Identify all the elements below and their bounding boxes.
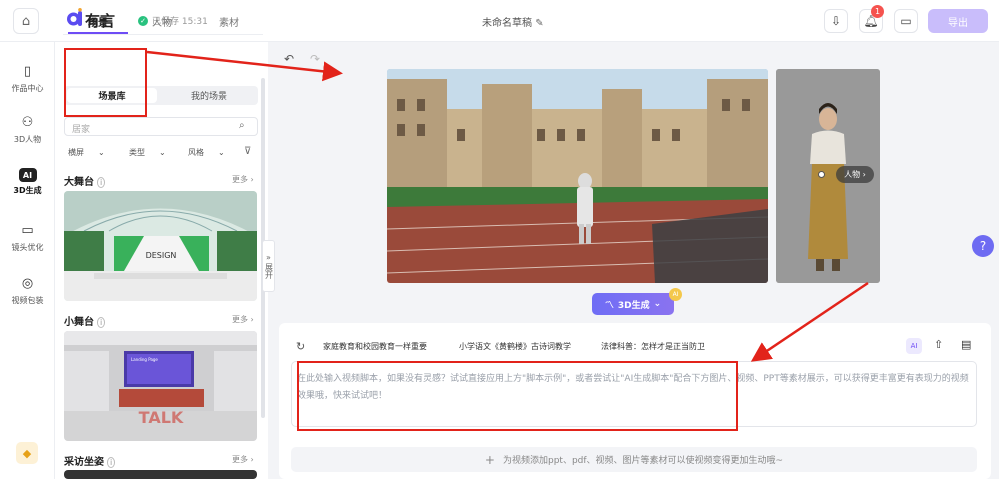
expand-panel-button[interactable]: » 展开 bbox=[262, 240, 275, 292]
nav-item-label: 3D人物 bbox=[13, 135, 42, 144]
ai-icon: AI bbox=[18, 168, 37, 182]
chevron-down-icon: ⌄ bbox=[98, 148, 105, 157]
more-link-text: 更多 bbox=[232, 315, 248, 324]
tab-divider bbox=[63, 34, 263, 35]
search-icon[interactable]: ⌕ bbox=[239, 120, 245, 131]
chart-trend-icon: 〽 bbox=[604, 300, 614, 311]
nav-item-3d-person[interactable]: ⚇ 3D人物 bbox=[0, 113, 55, 145]
import-icon[interactable]: ▤ bbox=[961, 338, 971, 351]
upload-icon[interactable]: ⇧ bbox=[934, 338, 943, 351]
nav-item-label: 作品中心 bbox=[11, 84, 44, 93]
3d-generate-button[interactable]: 〽 3D生成 ⌄ bbox=[592, 293, 674, 315]
section-title-text: 采访坐姿 bbox=[64, 457, 104, 468]
top-bar: ⌂ 有言 ✓ 已保存 15:31 未命名草稿 ✎ ⇩ 🔔︎ 1 ▭ 导出 bbox=[0, 0, 999, 42]
big-stage-image: DESIGN bbox=[64, 191, 257, 301]
plus-icon: + bbox=[484, 452, 495, 467]
filter-icon[interactable]: ⊽ bbox=[244, 146, 251, 157]
annotation-box-scene-tab bbox=[64, 48, 147, 117]
nav-item-works[interactable]: ▯ 作品中心 bbox=[0, 62, 55, 94]
search-placeholder: 居家 bbox=[72, 125, 91, 135]
package-icon: ◎ bbox=[21, 275, 34, 291]
add-material-button[interactable]: + 为视频添加ppt、pdf、视频、图片等素材可以使视频变得更加生动哦~ bbox=[291, 447, 977, 472]
notification-badge: 1 bbox=[871, 5, 884, 18]
check-icon: ✓ bbox=[138, 15, 148, 26]
folder-icon[interactable]: ▭ bbox=[894, 9, 918, 33]
script-example-chip[interactable]: 法律科普：怎样才是正当防卫 bbox=[601, 338, 705, 354]
small-stage-image: Landing Page TALK bbox=[64, 331, 257, 441]
cloud-download-icon[interactable]: ⇩ bbox=[824, 9, 848, 33]
tab-material[interactable]: 素材 bbox=[219, 14, 239, 29]
scene-thumb-big-stage[interactable]: DESIGN bbox=[64, 191, 257, 301]
filter-orientation[interactable]: 横屏 ⌄ bbox=[68, 147, 105, 158]
chevron-down-icon: ⌄ bbox=[218, 148, 225, 157]
filter-label: 横屏 bbox=[68, 148, 84, 157]
diamond-icon[interactable]: ◆ bbox=[16, 442, 38, 464]
person-label-text: 人物 bbox=[844, 170, 861, 179]
nav-item-label: 镜头优化 bbox=[11, 243, 44, 252]
script-example-chip[interactable]: 小学语文《黄鹤楼》古诗词教学 bbox=[459, 338, 571, 354]
help-button[interactable]: ? bbox=[972, 235, 994, 257]
home-icon[interactable]: ⌂ bbox=[13, 8, 39, 34]
subtab-my-scenes[interactable]: 我的场景 bbox=[162, 88, 256, 103]
more-link-text: 更多 bbox=[232, 175, 248, 184]
more-link-small-stage[interactable]: 更多 › bbox=[232, 314, 254, 325]
undo-icon[interactable]: ↶ bbox=[284, 52, 294, 66]
camera-icon: ▭ bbox=[21, 222, 34, 238]
filter-type[interactable]: 类型 ⌄ bbox=[129, 147, 166, 158]
ai-badge: AI bbox=[669, 288, 682, 301]
more-link-interview[interactable]: 更多 › bbox=[232, 454, 254, 465]
more-link-text: 更多 bbox=[232, 455, 248, 464]
tab-underline bbox=[68, 32, 128, 34]
chevron-down-icon: ⌄ bbox=[653, 299, 662, 309]
export-button[interactable]: 导出 bbox=[928, 9, 988, 33]
chevron-right-icon: » bbox=[266, 253, 271, 262]
filter-label: 类型 bbox=[129, 148, 145, 157]
tab-scene[interactable]: 场景 bbox=[88, 14, 108, 29]
nav-item-package[interactable]: ◎ 视频包装 bbox=[0, 274, 55, 306]
more-link-big-stage[interactable]: 更多 › bbox=[232, 174, 254, 185]
chevron-down-icon: ⌄ bbox=[159, 148, 166, 157]
script-example-chip[interactable]: 家庭教育和校园教育一样重要 bbox=[323, 338, 427, 354]
section-title-text: 大舞台 bbox=[64, 177, 94, 188]
draft-title-text: 未命名草稿 bbox=[482, 18, 532, 29]
anchor-dot[interactable] bbox=[818, 171, 825, 178]
info-icon[interactable]: i bbox=[107, 457, 116, 468]
left-nav: ▯ 作品中心 ⚇ 3D人物 AI 3D生成 ▭ 镜头优化 ◎ 视频包装 ◆ bbox=[0, 42, 55, 479]
logo-icon bbox=[67, 8, 82, 26]
ai-script-icon[interactable]: AI bbox=[906, 338, 922, 354]
expand-label: 展开 bbox=[264, 263, 274, 279]
scene-thumb-small-stage[interactable]: Landing Page TALK bbox=[64, 331, 257, 441]
nav-item-label: 视频包装 bbox=[11, 296, 44, 305]
redo-icon[interactable]: ↷ bbox=[310, 52, 320, 66]
section-title-text: 小舞台 bbox=[64, 317, 94, 328]
works-icon: ▯ bbox=[23, 63, 32, 79]
filter-style[interactable]: 风格 ⌄ bbox=[188, 147, 225, 158]
save-status: ✓ 已保存 15:31 bbox=[138, 14, 208, 27]
tab-person[interactable]: 人物 bbox=[152, 14, 172, 29]
landing-page-text: Landing Page bbox=[131, 357, 158, 362]
filter-label: 风格 bbox=[188, 148, 204, 157]
school-scene-image bbox=[387, 69, 768, 283]
pencil-icon[interactable]: ✎ bbox=[535, 18, 543, 29]
nav-item-label: 3D生成 bbox=[13, 186, 42, 195]
nav-item-3d-generate[interactable]: AI 3D生成 bbox=[0, 168, 55, 196]
info-icon[interactable]: i bbox=[97, 317, 106, 328]
scene-thumb-interview[interactable] bbox=[64, 470, 257, 479]
search-input[interactable]: 居家 ⌕ bbox=[64, 117, 258, 136]
3d-generate-label: 3D生成 bbox=[617, 300, 650, 311]
add-material-label: 为视频添加ppt、pdf、视频、图片等素材可以使视频变得更加生动哦~ bbox=[502, 456, 784, 466]
person-icon: ⚇ bbox=[21, 114, 34, 130]
section-title-small-stage: 小舞台 i bbox=[64, 313, 106, 328]
person-label-button[interactable]: 人物 › bbox=[836, 166, 874, 183]
info-icon[interactable]: i bbox=[97, 177, 106, 188]
design-text: DESIGN bbox=[146, 251, 177, 260]
draft-title[interactable]: 未命名草稿 ✎ bbox=[482, 14, 544, 29]
refresh-icon[interactable]: ↻ bbox=[296, 340, 305, 353]
section-title-interview: 采访坐姿 i bbox=[64, 453, 116, 468]
scene-preview[interactable] bbox=[387, 69, 768, 283]
nav-item-camera[interactable]: ▭ 镜头优化 bbox=[0, 221, 55, 253]
section-title-big-stage: 大舞台 i bbox=[64, 173, 106, 188]
annotation-box-script-input bbox=[297, 361, 738, 431]
